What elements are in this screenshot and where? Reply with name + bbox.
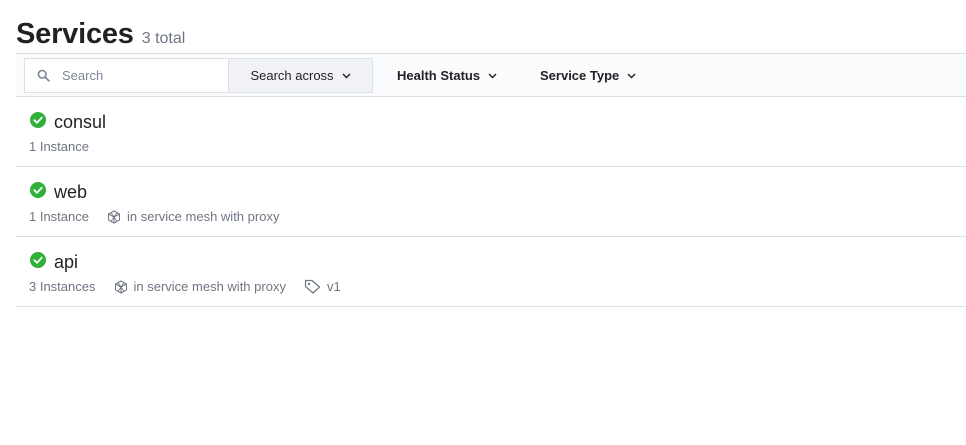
- page-title: Services: [16, 18, 134, 50]
- check-circle-icon: [30, 252, 46, 268]
- service-row-api[interactable]: api 3 Instances in service mesh with pro…: [16, 237, 966, 307]
- service-list: consul 1 Instance web 1 Instance in serv…: [16, 97, 966, 307]
- service-type-dropdown[interactable]: Service Type: [540, 58, 636, 93]
- instance-count: 3 Instances: [29, 279, 96, 294]
- page-header: Services 3 total: [16, 16, 185, 52]
- tag-label: v1: [326, 279, 341, 294]
- instance-count: 1 Instance: [29, 139, 89, 154]
- service-meta: 3 Instances in service mesh with proxy v…: [29, 279, 359, 294]
- check-circle-icon: [30, 182, 46, 198]
- mesh-icon: [114, 279, 127, 294]
- mesh-label: in service mesh with proxy: [133, 279, 286, 294]
- service-mesh-badge: in service mesh with proxy: [107, 209, 279, 224]
- search-icon: [37, 69, 50, 82]
- search-across-label: Search across: [250, 68, 334, 83]
- search-across-button[interactable]: Search across: [228, 58, 373, 93]
- service-meta: 1 Instance: [29, 139, 107, 154]
- service-row-consul[interactable]: consul 1 Instance: [16, 97, 966, 167]
- service-name[interactable]: api: [54, 252, 78, 273]
- filter-bar: Search across Health Status Service Type: [16, 53, 966, 97]
- service-name[interactable]: consul: [54, 112, 106, 133]
- search-input[interactable]: [60, 67, 224, 84]
- instance-count: 1 Instance: [29, 209, 89, 224]
- chevron-down-icon: [488, 73, 497, 78]
- service-name[interactable]: web: [54, 182, 87, 203]
- mesh-label: in service mesh with proxy: [127, 209, 280, 224]
- health-status-dropdown[interactable]: Health Status: [397, 58, 497, 93]
- service-row-web[interactable]: web 1 Instance in service mesh with prox…: [16, 167, 966, 237]
- check-circle-icon: [30, 112, 46, 128]
- chevron-down-icon: [627, 73, 636, 78]
- health-status-label: Health Status: [397, 68, 481, 83]
- service-meta: 1 Instance in service mesh with proxy: [29, 209, 297, 224]
- chevron-down-icon: [342, 73, 351, 78]
- search-field[interactable]: [24, 58, 229, 93]
- service-mesh-badge: in service mesh with proxy: [114, 279, 286, 294]
- tag-badge: v1: [304, 279, 341, 294]
- tag-icon: [304, 279, 321, 294]
- service-type-label: Service Type: [540, 68, 620, 83]
- service-count: 3 total: [141, 30, 186, 47]
- mesh-icon: [108, 209, 120, 224]
